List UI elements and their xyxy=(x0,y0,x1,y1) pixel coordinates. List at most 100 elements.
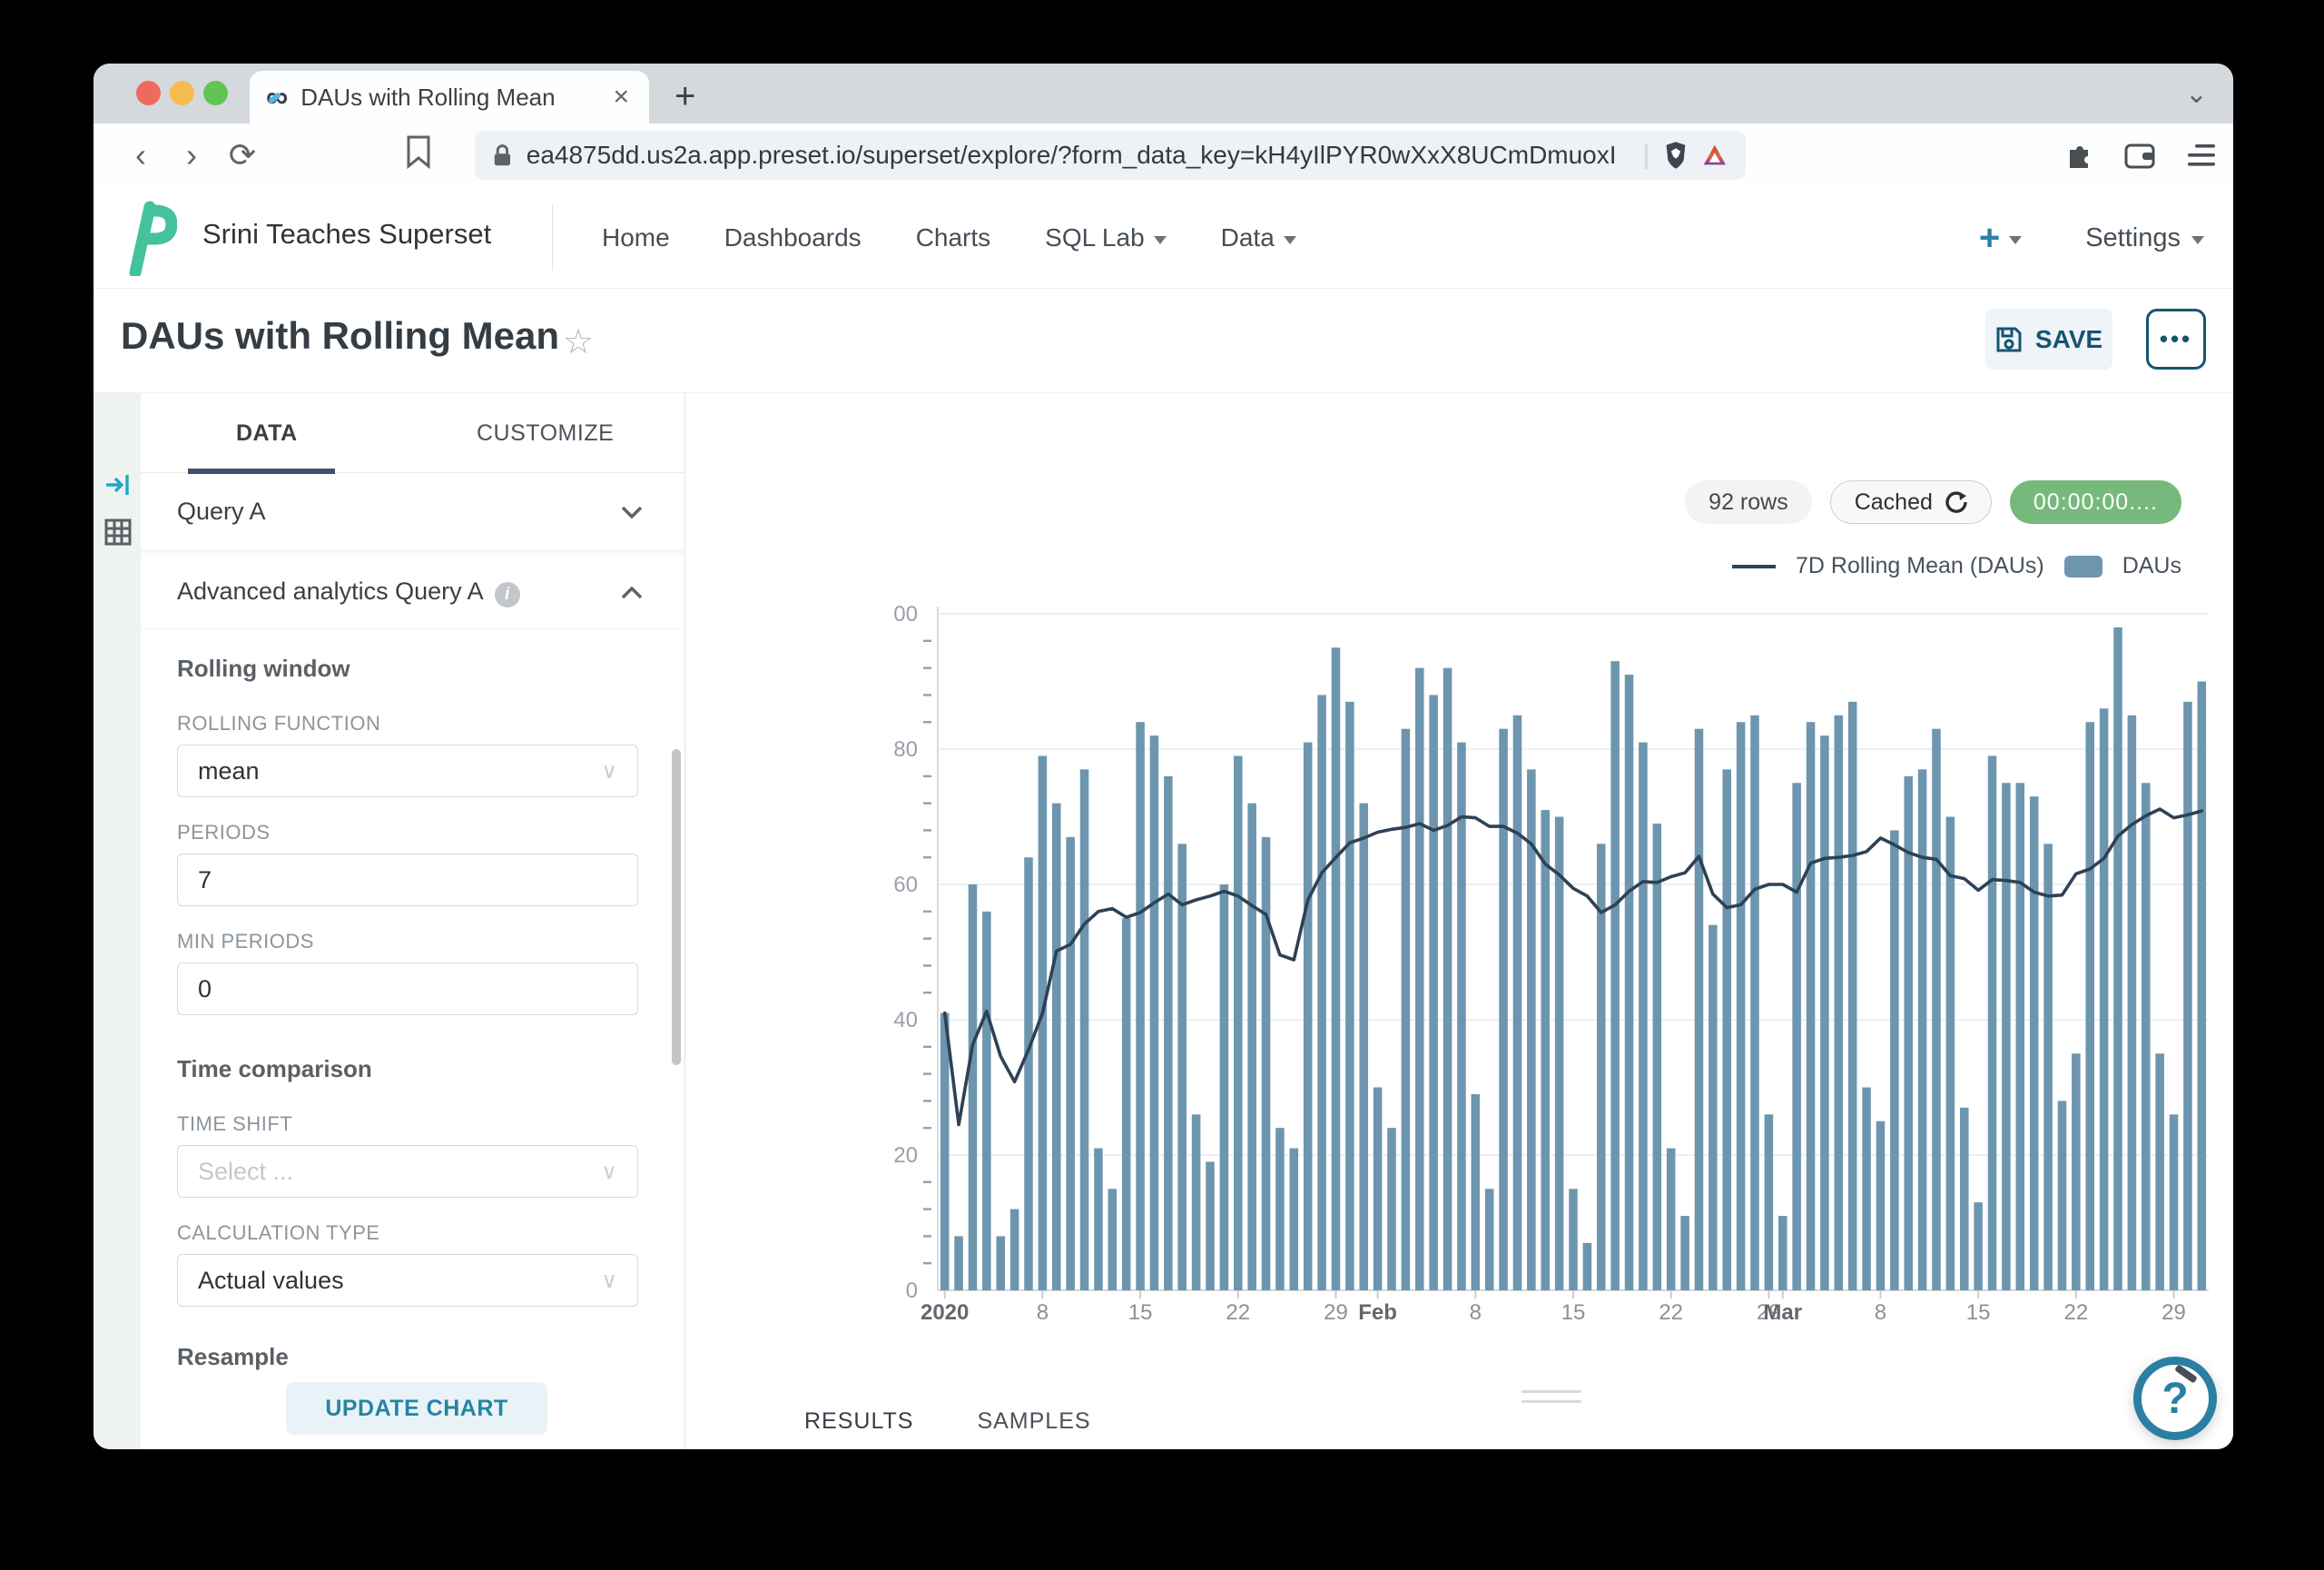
dau-bar[interactable] xyxy=(1513,716,1522,1290)
dau-bar[interactable] xyxy=(1402,729,1411,1290)
dau-bar[interactable] xyxy=(1206,1161,1215,1290)
dau-bar[interactable] xyxy=(1807,722,1816,1290)
nav-item-data[interactable]: Data xyxy=(1221,223,1296,252)
dau-bar[interactable] xyxy=(1960,1108,1969,1290)
nav-item-sql-lab[interactable]: SQL Lab xyxy=(1045,223,1166,252)
dau-bar[interactable] xyxy=(1890,830,1899,1290)
dau-bar[interactable] xyxy=(1150,736,1159,1290)
dau-bar[interactable] xyxy=(1974,1202,1983,1290)
collapse-panel-icon[interactable] xyxy=(104,471,132,499)
dau-bar[interactable] xyxy=(1247,804,1256,1290)
dau-bar[interactable] xyxy=(1750,716,1759,1290)
dau-bar[interactable] xyxy=(1820,736,1829,1290)
nav-item-charts[interactable]: Charts xyxy=(916,223,990,252)
legend-bar-label[interactable]: DAUs xyxy=(2122,553,2181,579)
legend-line-swatch[interactable] xyxy=(1732,565,1776,568)
panel-scrollbar[interactable] xyxy=(672,749,681,1065)
tab-samples[interactable]: SAMPLES xyxy=(977,1408,1090,1449)
dau-bar[interactable] xyxy=(1667,1149,1676,1290)
dau-bar[interactable] xyxy=(1680,1216,1689,1290)
workspace-name[interactable]: Srini Teaches Superset xyxy=(202,218,491,251)
rolling-function-select[interactable]: mean ∨ xyxy=(177,745,638,797)
more-options-button[interactable]: ••• xyxy=(2146,309,2206,370)
wallet-icon[interactable] xyxy=(2124,142,2157,169)
dau-bar[interactable] xyxy=(1317,695,1326,1290)
dau-bar[interactable] xyxy=(1918,769,1927,1290)
dau-bar[interactable] xyxy=(996,1236,1005,1290)
dau-bar-chart[interactable]: 02040608010020208152229Feb8152229Mar8152… xyxy=(892,600,2222,1354)
dau-bar[interactable] xyxy=(1387,1128,1396,1290)
tab-data[interactable]: DATA xyxy=(236,393,298,473)
favorite-star-icon[interactable]: ☆ xyxy=(563,321,594,362)
back-button[interactable]: ‹ xyxy=(115,136,166,174)
dau-bar[interactable] xyxy=(1220,884,1229,1290)
dau-bar[interactable] xyxy=(1457,743,1466,1290)
dau-bar[interactable] xyxy=(2142,783,2151,1290)
dau-bar[interactable] xyxy=(2113,627,2122,1290)
rolling-mean-line[interactable] xyxy=(945,809,2202,1125)
calculation-type-select[interactable]: Actual values ∨ xyxy=(177,1254,638,1307)
dau-bar[interactable] xyxy=(969,884,978,1290)
menu-icon[interactable] xyxy=(2188,143,2215,167)
save-button[interactable]: SAVE xyxy=(1985,309,2112,370)
dau-bar[interactable] xyxy=(1695,729,1704,1290)
dau-bar[interactable] xyxy=(2072,1053,2081,1290)
dau-bar[interactable] xyxy=(2100,708,2109,1290)
preset-logo[interactable] xyxy=(119,200,177,276)
panel-resize-handle[interactable] xyxy=(1521,1390,1581,1410)
dau-bar[interactable] xyxy=(1304,743,1313,1290)
dau-bar[interactable] xyxy=(1262,837,1271,1290)
legend-bar-swatch[interactable] xyxy=(2064,556,2102,578)
dau-bar[interactable] xyxy=(1709,925,1718,1290)
nav-item-home[interactable]: Home xyxy=(602,223,670,252)
dau-bar[interactable] xyxy=(1108,1189,1118,1290)
dau-bar[interactable] xyxy=(954,1236,963,1290)
settings-menu[interactable]: Settings xyxy=(2085,223,2204,253)
dau-bar[interactable] xyxy=(1443,668,1452,1290)
window-minimize-button[interactable] xyxy=(170,81,194,105)
dau-bar[interactable] xyxy=(2016,783,2025,1290)
dau-bar[interactable] xyxy=(1848,702,1857,1290)
dau-bar[interactable] xyxy=(2085,722,2094,1290)
brave-shield-icon[interactable] xyxy=(1664,139,1688,172)
periods-input[interactable] xyxy=(198,866,617,894)
dau-bar[interactable] xyxy=(1290,1149,1299,1290)
dau-bar[interactable] xyxy=(2155,1053,2164,1290)
dau-bar[interactable] xyxy=(2170,1114,2179,1290)
dau-bar[interactable] xyxy=(1234,755,1243,1290)
dau-bar[interactable] xyxy=(1094,1149,1103,1290)
dau-bar[interactable] xyxy=(2198,682,2207,1291)
new-tab-button[interactable]: + xyxy=(675,76,695,117)
dataset-grid-icon[interactable] xyxy=(104,518,132,546)
dau-bar[interactable] xyxy=(1765,1114,1774,1290)
tab-results[interactable]: RESULTS xyxy=(804,1408,913,1449)
dau-bar[interactable] xyxy=(1835,716,1844,1290)
new-item-button[interactable]: + xyxy=(1979,218,2022,259)
dau-bar[interactable] xyxy=(2002,783,2011,1290)
bat-icon[interactable] xyxy=(1702,142,1728,169)
dau-bar[interactable] xyxy=(1569,1189,1578,1290)
dau-bar[interactable] xyxy=(1653,824,1662,1290)
dau-bar[interactable] xyxy=(1485,1189,1494,1290)
dau-bar[interactable] xyxy=(1415,668,1424,1290)
dau-bar[interactable] xyxy=(1122,918,1131,1290)
dau-bar[interactable] xyxy=(1024,857,1033,1290)
dau-bar[interactable] xyxy=(1946,817,1955,1291)
dau-bar[interactable] xyxy=(1052,804,1061,1290)
dau-bar[interactable] xyxy=(2030,796,2039,1290)
bookmark-icon[interactable] xyxy=(393,134,444,177)
dau-bar[interactable] xyxy=(1374,1088,1383,1291)
update-chart-button[interactable]: UPDATE CHART xyxy=(286,1382,547,1435)
dau-bar[interactable] xyxy=(1080,769,1089,1290)
dau-bar[interactable] xyxy=(1737,722,1746,1290)
cached-badge[interactable]: Cached xyxy=(1830,480,1992,524)
query-a-section-header[interactable]: Query A xyxy=(141,473,684,551)
url-bar[interactable]: ea4875dd.us2a.app.preset.io/superset/exp… xyxy=(475,131,1746,180)
nav-item-dashboards[interactable]: Dashboards xyxy=(724,223,862,252)
dau-bar[interactable] xyxy=(1541,810,1550,1290)
dau-bar[interactable] xyxy=(1778,1216,1787,1290)
dau-bar[interactable] xyxy=(1429,695,1438,1290)
dau-bar[interactable] xyxy=(1639,743,1648,1290)
dau-bar[interactable] xyxy=(982,912,991,1290)
dau-bar[interactable] xyxy=(1359,804,1368,1290)
